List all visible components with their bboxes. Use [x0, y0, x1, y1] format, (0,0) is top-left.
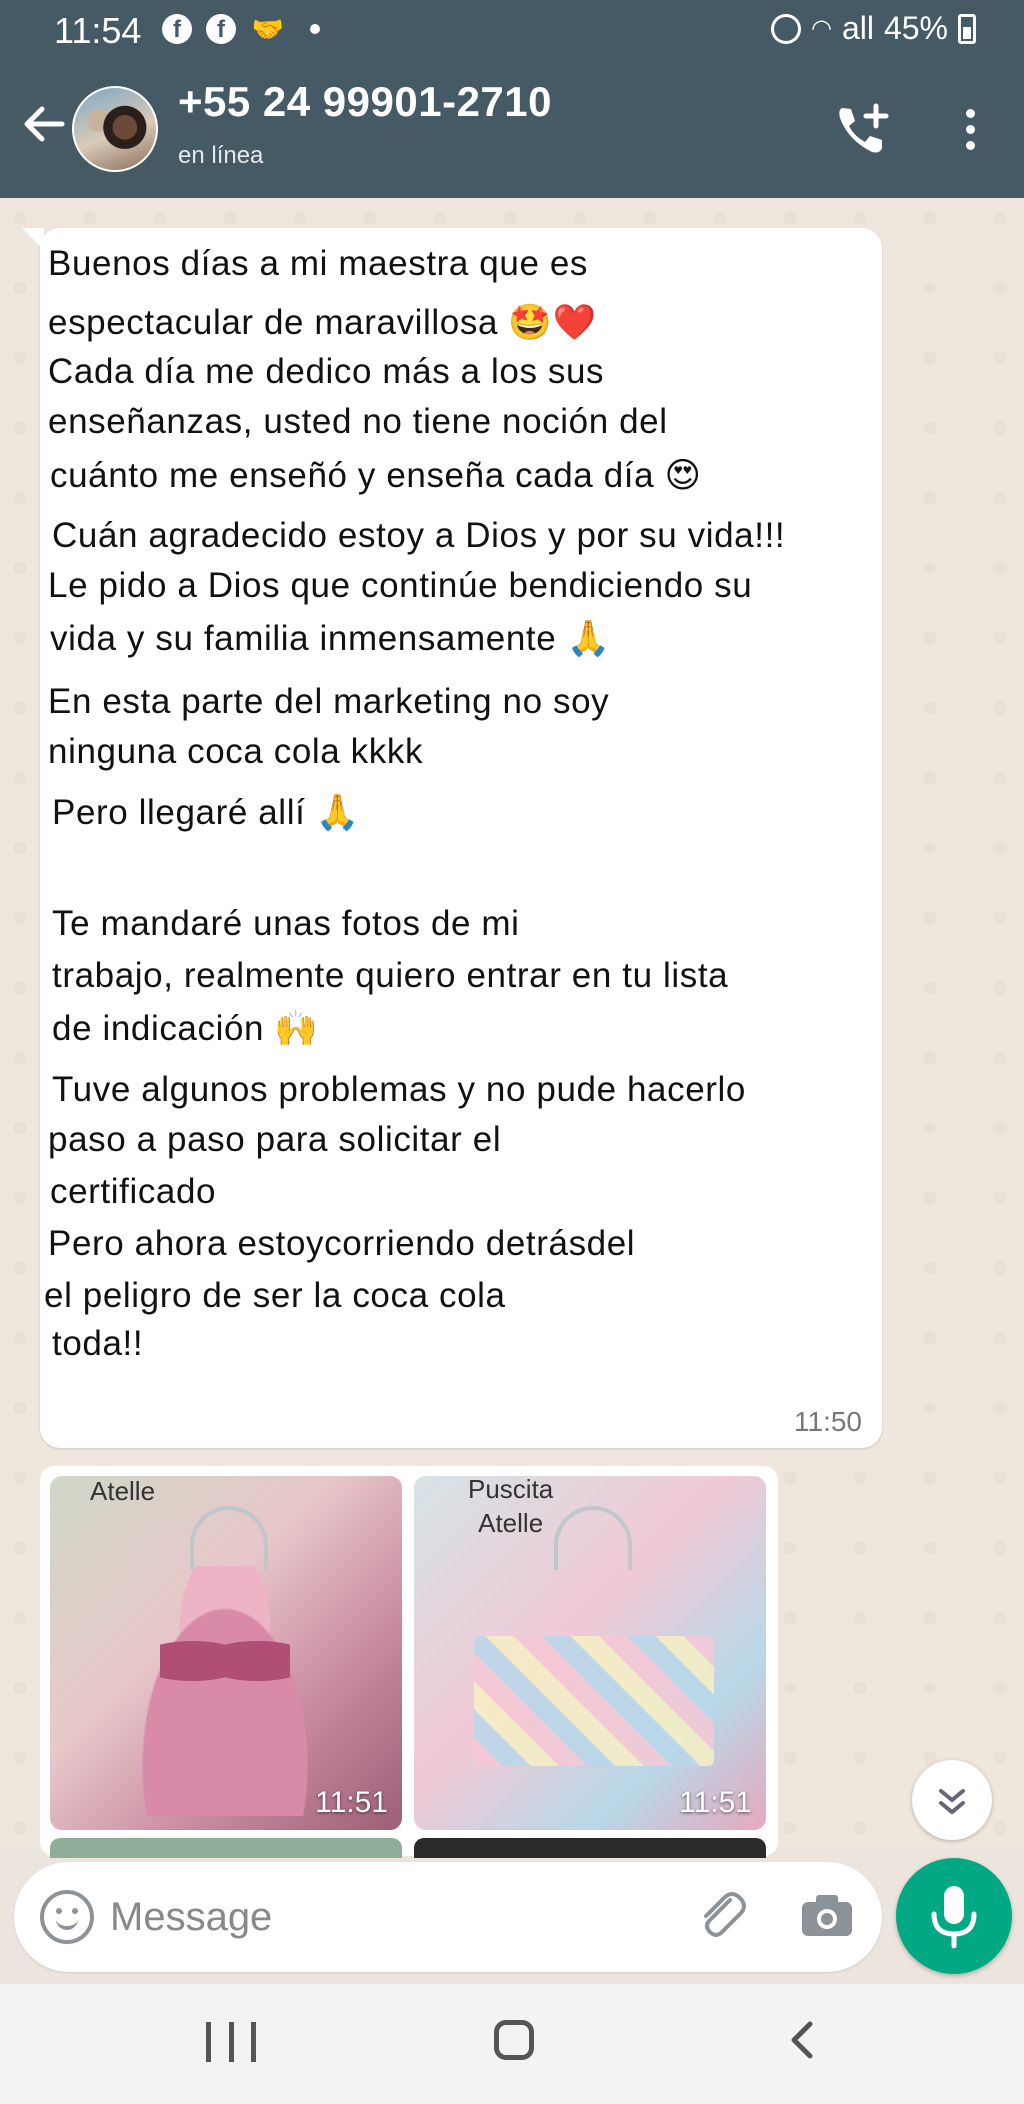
arrow-left-icon	[24, 106, 65, 142]
photo-label: Puscita Atelle	[468, 1476, 554, 1538]
emoji-icon[interactable]	[40, 1890, 94, 1944]
bow-image	[160, 1626, 290, 1696]
message-line: Buenos días a mi maestra que es	[48, 244, 588, 283]
chat-area[interactable]: Buenos días a mi maestra que es espectac…	[0, 198, 1024, 1858]
message-composer	[14, 1862, 882, 1972]
photo-label: Atelle	[90, 1476, 156, 1506]
hanger-image	[190, 1506, 268, 1570]
microphone-icon	[931, 1886, 977, 1949]
voice-message-button[interactable]	[896, 1858, 1012, 1974]
dot-icon	[310, 24, 320, 34]
message-line: Le pido a Dios que continúe bendiciendo …	[48, 566, 753, 605]
photo-time: 11:51	[679, 1786, 752, 1819]
status-time: 11:54	[54, 10, 142, 51]
camera-button[interactable]	[800, 1892, 854, 1938]
battery-icon	[958, 13, 976, 44]
message-line: Cada día me dedico más a los sus	[48, 352, 605, 391]
chevron-double-down-icon	[939, 1789, 965, 1815]
message-line: Tuve algunos problemas y no pude hacerlo	[52, 1070, 746, 1109]
photo-thumbnail[interactable]: Atelle 11:51	[50, 1476, 402, 1830]
photo-time: 11:51	[315, 1786, 388, 1819]
more-vert-icon	[965, 109, 975, 118]
status-right: ◠ all 45%	[770, 10, 976, 47]
recent-apps-button[interactable]	[206, 2022, 256, 2062]
photo-thumbnail-partial[interactable]	[414, 1838, 766, 1858]
chat-header: +55 24 99901-2710 en línea	[0, 62, 1024, 198]
attach-button[interactable]	[690, 1886, 750, 1946]
scroll-to-bottom-button[interactable]	[912, 1760, 992, 1840]
incoming-message[interactable]: Buenos días a mi maestra que es espectac…	[22, 228, 882, 1448]
back-button[interactable]	[18, 98, 70, 150]
facebook-icon: f	[206, 14, 236, 44]
more-options-button[interactable]	[950, 102, 990, 162]
notification-icons: f f 🤝	[162, 14, 320, 44]
message-line: cuánto me enseñó y enseña cada día 😍	[50, 456, 702, 495]
message-line: paso a paso para solicitar el	[48, 1120, 502, 1159]
message-line: Te mandaré unas fotos de mi	[52, 904, 520, 943]
alarm-icon	[770, 13, 801, 44]
system-nav-bar	[0, 1984, 1024, 2104]
signal-text: all	[841, 10, 874, 46]
message-input[interactable]	[108, 1886, 672, 1948]
add-call-button[interactable]	[832, 100, 892, 160]
media-message[interactable]: Atelle 11:51 Puscita Atelle 11:51	[40, 1466, 778, 1858]
wifi-icon: ◠	[810, 15, 832, 42]
home-button[interactable]	[494, 2020, 534, 2060]
avatar[interactable]	[72, 86, 158, 172]
message-line: certificado	[50, 1172, 217, 1211]
chevron-left-icon	[791, 2021, 813, 2059]
camera-icon	[802, 1895, 852, 1936]
photo-thumbnail[interactable]: Puscita Atelle 11:51	[414, 1476, 766, 1830]
hanger-image	[554, 1506, 632, 1570]
photo-thumbnail-partial[interactable]	[50, 1838, 402, 1858]
contact-name[interactable]: +55 24 99901-2710	[178, 78, 552, 126]
message-line: Pero llegaré allí 🙏	[52, 793, 360, 832]
message-line: el peligro de ser la coca cola	[44, 1276, 506, 1315]
message-line: de indicación 🙌	[52, 1009, 319, 1048]
message-line: En esta parte del marketing no soy	[48, 682, 610, 721]
message-line: ninguna coca cola kkkk	[48, 732, 424, 771]
nav-back-button[interactable]	[786, 2020, 816, 2060]
paperclip-icon	[704, 1892, 746, 1937]
message-line: espectacular de maravillosa 🤩❤️	[48, 303, 597, 342]
message-line: vida y su familia inmensamente 🙏	[50, 619, 611, 658]
message-line: trabajo, realmente quiero entrar en tu l…	[52, 956, 729, 995]
contact-status: en línea	[178, 142, 264, 169]
add-call-icon	[839, 103, 889, 153]
message-line: Pero ahora estoycorriendo detrásdel	[48, 1224, 636, 1263]
handshake-icon: 🤝	[251, 14, 285, 44]
message-line: Cuán agradecido estoy a Dios y por su vi…	[52, 516, 786, 555]
dress-pattern-image	[474, 1636, 714, 1766]
battery-text: 45%	[883, 10, 948, 46]
message-line: enseñanzas, usted no tiene noción del	[48, 402, 668, 441]
message-time: 11:50	[794, 1406, 862, 1437]
message-line: toda!!	[52, 1324, 144, 1363]
facebook-icon: f	[162, 14, 192, 44]
status-bar: 11:54 f f 🤝 ◠ all 45%	[0, 0, 1024, 62]
